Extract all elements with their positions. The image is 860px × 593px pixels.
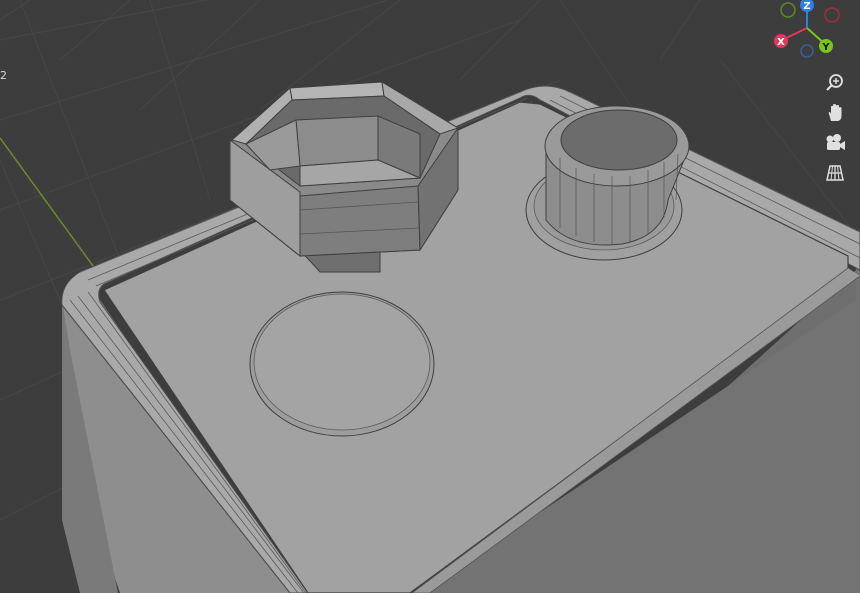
viewport-corner-text: 2 bbox=[0, 69, 7, 82]
camera-view-button[interactable] bbox=[822, 130, 848, 156]
perspective-toggle-button[interactable] bbox=[822, 160, 848, 186]
camera-icon bbox=[826, 134, 845, 150]
neg-z-axis-handle[interactable] bbox=[800, 44, 814, 58]
y-axis-label: Y bbox=[821, 42, 830, 53]
scene-canvas[interactable] bbox=[0, 0, 860, 593]
z-axis-label: Z bbox=[803, 1, 810, 12]
navigation-gizmo[interactable]: Z X Y bbox=[768, 0, 848, 62]
magnifier-plus-icon bbox=[826, 74, 843, 91]
circle-inset bbox=[249, 291, 435, 437]
neg-x-axis-handle[interactable] bbox=[824, 7, 840, 23]
hand-icon bbox=[828, 104, 842, 121]
x-axis-label: X bbox=[777, 37, 785, 48]
zoom-button[interactable] bbox=[822, 70, 848, 96]
pan-button[interactable] bbox=[822, 100, 848, 126]
y-axis-line bbox=[0, 137, 97, 271]
grid-perspective-icon bbox=[826, 165, 844, 181]
neg-y-axis-handle[interactable] bbox=[780, 2, 796, 18]
3d-viewport[interactable]: 2 Z X Y bbox=[0, 0, 860, 593]
